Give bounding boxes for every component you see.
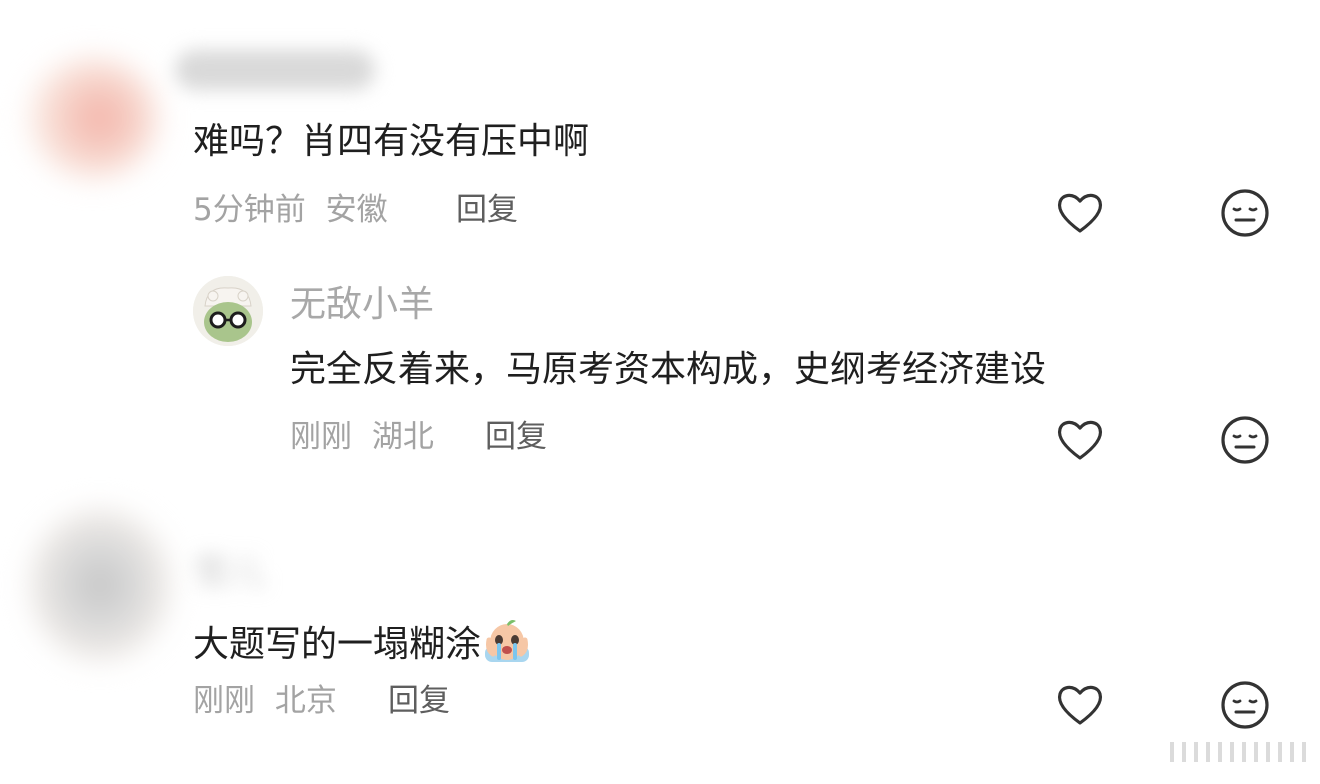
crying-emoji-icon	[481, 614, 533, 666]
username-redacted[interactable]	[175, 50, 375, 90]
avatar[interactable]	[30, 510, 170, 660]
watermark	[1170, 738, 1310, 766]
comment-text-body: 大题写的一塌糊涂	[193, 624, 482, 665]
reply-button[interactable]: 回复	[456, 195, 518, 226]
meh-face-icon[interactable]	[1219, 679, 1271, 731]
reply-button[interactable]: 回复	[485, 422, 547, 453]
username[interactable]: 雪儿	[193, 555, 265, 591]
comment-text: 完全反着来，马原考资本构成，史纲考经济建设	[290, 349, 1047, 390]
meh-face-icon[interactable]	[1219, 414, 1271, 466]
avatar[interactable]	[193, 276, 263, 346]
comment-location: 安徽	[325, 192, 388, 228]
heart-icon[interactable]	[1054, 414, 1106, 466]
comment-meta: 5分钟前 安徽	[193, 195, 398, 226]
avatar[interactable]	[28, 58, 158, 178]
comment-time: 刚刚	[290, 419, 352, 455]
comment-meta: 刚刚 北京	[193, 686, 347, 717]
comment-text: 大题写的一塌糊涂	[193, 614, 533, 666]
comment-meta: 刚刚 湖北	[290, 422, 444, 453]
comment-time: 刚刚	[193, 683, 255, 719]
heart-icon[interactable]	[1054, 187, 1106, 239]
heart-icon[interactable]	[1054, 679, 1106, 731]
comment-location: 北京	[274, 683, 337, 719]
comment-location: 湖北	[371, 419, 434, 455]
comment-text: 难吗？肖四有没有压中啊	[193, 121, 590, 162]
username[interactable]: 无敌小羊	[290, 287, 434, 323]
comment-time: 5分钟前	[193, 192, 306, 228]
reply-button[interactable]: 回复	[388, 686, 450, 717]
meh-face-icon[interactable]	[1219, 187, 1271, 239]
